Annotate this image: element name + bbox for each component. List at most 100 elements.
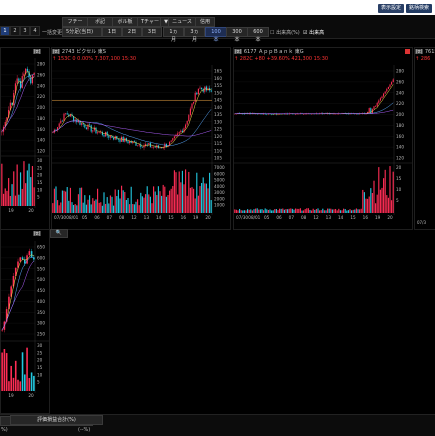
candle — [58, 123, 60, 128]
page-tab-4[interactable]: 4 — [30, 26, 40, 36]
volume-bar — [3, 348, 6, 391]
volume-bar — [272, 210, 274, 213]
volume-bar — [202, 177, 204, 213]
toolbar-button-2[interactable]: ポ記 — [87, 17, 113, 27]
chart-panel-c[interactable]: [tt] 6177 ＡｐｐＢａｎｋ 東G ↑ 282C +80 +39.60% … — [233, 47, 413, 230]
toolbar-button-1[interactable]: フチート — [62, 17, 88, 33]
volume-bar — [319, 210, 321, 213]
volume-option[interactable]: ☑ 出来高 — [303, 29, 324, 36]
x-tick-label: 08/01 — [248, 215, 260, 220]
x-tick-label: 12 — [313, 215, 319, 220]
volume-bar — [52, 203, 54, 213]
period-button-2[interactable]: 2日 — [122, 27, 142, 37]
chart-panel-a[interactable]: [tt] 280 260 240 220 200 180 160 140 120 30 25 20 15… — [0, 47, 50, 230]
volume-bar — [63, 190, 65, 213]
chart-panel-b[interactable]: [tt] 2743 ピクセル 東S ↑ 153C 0 0.00% 7,307,1… — [51, 47, 231, 230]
bulk-change-label: 一括変更 — [42, 30, 63, 36]
candle — [61, 120, 63, 122]
period-button-4[interactable]: 1ヵ月 — [163, 27, 184, 43]
volume-bar — [309, 209, 311, 213]
candle — [210, 90, 212, 92]
candle — [373, 106, 375, 110]
chart-panel-d[interactable]: [tt] 7615 ↑ 286 07/3 — [414, 47, 435, 230]
volume-bar — [255, 208, 257, 213]
volume-bar — [30, 372, 33, 391]
volume-bar — [346, 210, 348, 213]
margin-button[interactable]: 信用 — [195, 17, 215, 27]
volume-bar — [383, 178, 385, 213]
candle — [375, 106, 377, 107]
candle — [119, 139, 121, 142]
volume-bar — [11, 184, 13, 206]
volume-bar — [100, 202, 102, 213]
alert-icon[interactable] — [405, 49, 410, 54]
chart-panel-e[interactable]: [tt] 650 600 550 500 450 400 350 300 250 30 25 20 15… — [0, 229, 50, 414]
panel-icon[interactable]: [tt] — [234, 49, 243, 54]
x-tick-label: 15 — [350, 215, 356, 220]
candle — [370, 108, 372, 114]
stock-search-button[interactable]: 銘柄検索 — [406, 4, 433, 13]
display-settings-button[interactable]: 表示設定 — [378, 4, 405, 13]
volume-tick-label: 20 — [37, 358, 43, 363]
search-icon[interactable]: 🔍 — [50, 229, 68, 238]
period-button-3[interactable]: 3日 — [142, 27, 162, 37]
toolbar-button-3[interactable]: ボル板 — [112, 17, 138, 27]
candle — [66, 113, 68, 115]
panel-a-chart: 280 260 240 220 200 180 160 140 120 30 25 20 15 10 5 19… — [1, 58, 49, 213]
page-tab-3[interactable]: 3 — [20, 26, 30, 36]
period-button-8[interactable]: 600本 — [247, 27, 269, 43]
candle — [170, 140, 172, 142]
volume-bar — [57, 200, 59, 213]
candle — [387, 86, 389, 90]
period-button-1[interactable]: 1日 — [102, 27, 122, 37]
y-tick-label: 220 — [37, 94, 45, 99]
volume-bar — [4, 188, 6, 206]
volume-bar — [58, 205, 60, 213]
volume-bar — [315, 209, 317, 213]
volume-bar — [183, 184, 185, 213]
period-button-7[interactable]: 300本 — [226, 27, 248, 43]
eval-summary-label: 評価損益合計(%) — [10, 415, 103, 425]
page-tab-2[interactable]: 2 — [10, 26, 20, 36]
volume-bar — [193, 188, 195, 213]
panel-icon[interactable]: [tt] — [415, 49, 424, 54]
volume-bar — [13, 171, 15, 206]
market-label: 東G — [294, 49, 304, 55]
volume-bar — [259, 209, 261, 213]
y-tick-label: 600 — [37, 255, 45, 260]
volume-bar — [296, 208, 298, 213]
volume-bar — [122, 190, 124, 213]
volume-bar — [197, 195, 199, 213]
volume-pct-option[interactable]: ☐ 出来高(%) — [270, 29, 300, 36]
volume-bar — [18, 194, 20, 206]
candle — [87, 124, 89, 130]
candle — [392, 79, 394, 83]
volume-bar — [280, 208, 282, 213]
volume-bar — [335, 208, 337, 213]
news-button[interactable]: ニュース — [168, 17, 196, 27]
volume-bar — [124, 191, 126, 213]
volume-bar — [365, 198, 367, 213]
candle — [90, 125, 92, 132]
panel-icon[interactable]: [tt] — [52, 49, 61, 54]
volume-bar — [263, 210, 265, 213]
volume-bar — [266, 209, 268, 213]
volume-bar — [69, 187, 71, 213]
period-button-6[interactable]: 100本 — [205, 27, 227, 43]
x-tick-label: 13 — [144, 215, 150, 220]
volume-bar — [359, 209, 361, 213]
x-tick-label: 05 — [82, 215, 88, 220]
volume-bar — [76, 205, 78, 213]
panel-icon[interactable]: [tt] — [33, 231, 42, 236]
volume-bar — [60, 202, 62, 213]
volume-bar — [68, 200, 70, 213]
volume-bar — [237, 210, 239, 213]
volume-bar — [73, 204, 75, 213]
panel-icon[interactable]: [tt] — [33, 49, 42, 54]
page-tab-1[interactable]: 1 — [0, 26, 10, 36]
period-select[interactable]: 5分足(当日) — [62, 27, 102, 37]
period-button-5[interactable]: 3ヵ月 — [184, 27, 205, 43]
volume-bar — [274, 209, 276, 213]
volume-bar — [349, 209, 351, 213]
x-tick-label: 20 — [28, 393, 34, 398]
